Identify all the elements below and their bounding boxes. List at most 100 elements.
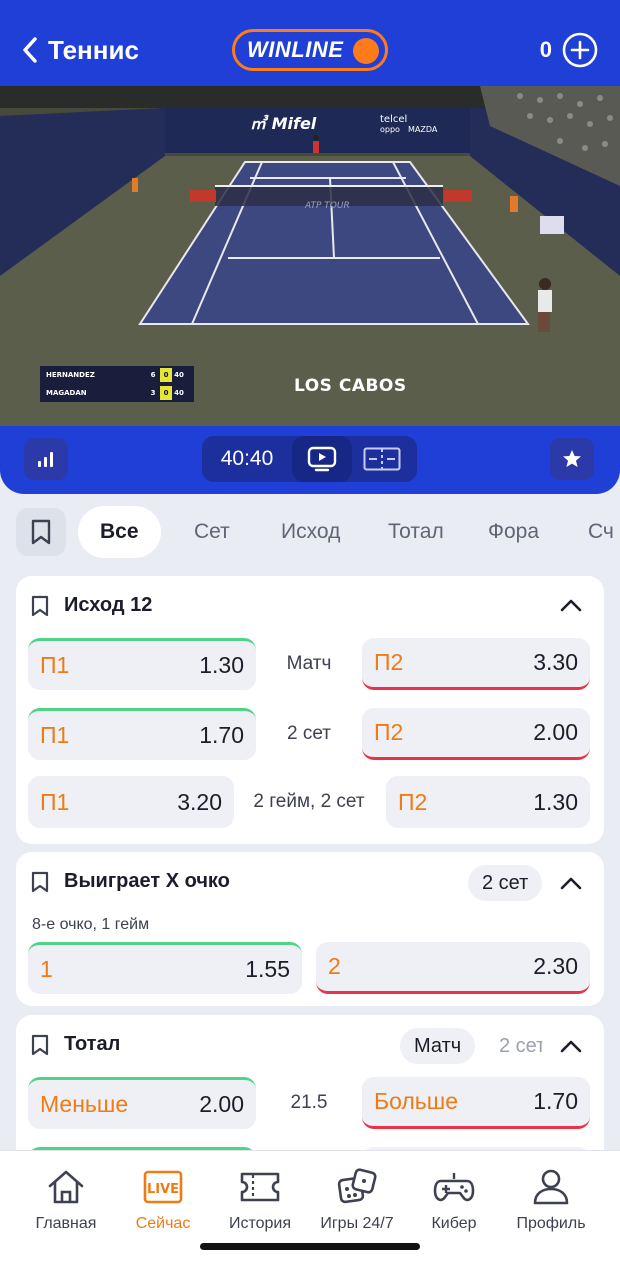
odd-button-p2[interactable]: П2 2.00 [362,708,590,760]
score-and-view-toggle: 40:40 [202,436,417,482]
star-icon [563,450,581,467]
tab-total[interactable]: Тотал [388,506,444,558]
court-view-toggle[interactable] [352,436,412,482]
nav-label: Игры 24/7 [320,1215,394,1232]
scoreboard-row: HERNANDEZ 6 0 40 [40,366,194,384]
bookmark-filter-button[interactable] [16,508,66,556]
balance-button[interactable]: 0 [540,32,598,68]
odd-button-over[interactable]: Больше 1.70 [362,1077,590,1129]
market-header[interactable]: Тотал [30,1033,120,1056]
chevron-left-icon [23,37,37,63]
odd-value: 2.00 [533,719,578,745]
plus-circle-icon [562,32,598,68]
favorite-button[interactable] [550,438,594,480]
odd-label: П1 [40,652,70,678]
nav-label: История [228,1215,292,1232]
page-title: Теннис [48,34,139,65]
odd-label: 1 [40,956,53,982]
court-icon [363,447,401,471]
live-badge-text: LIVE [147,1182,179,1197]
odd-value: 1.55 [245,956,290,982]
tab-set[interactable]: Сет [194,506,230,558]
match-filter-pill[interactable]: Матч [400,1028,476,1064]
dice-icon [337,1168,377,1204]
odd-label: Больше [374,1088,459,1114]
player-name: MAGADAN [46,389,87,397]
odd-button-p1[interactable]: П1 1.30 [28,638,256,690]
set-filter-pill[interactable]: 2 сет [468,865,543,901]
market-title: Выиграет X очко [64,870,230,892]
player-games: 0 [160,386,172,400]
svg-text:ATP TOUR: ATP TOUR [304,201,350,211]
tab-outcome[interactable]: Исход [281,506,340,558]
profile-icon [533,1169,569,1205]
odd-button-p2[interactable]: П2 3.30 [362,638,590,690]
market-header[interactable]: Выиграет X очко [30,870,230,893]
scoreboard-overlay: HERNANDEZ 6 0 40 MAGADAN 3 0 40 [40,366,194,402]
bookmark-icon [31,595,49,616]
market-line-label: 2 сет [287,723,331,744]
back-button[interactable]: Теннис [22,30,139,70]
player-points: 40 [174,389,184,397]
odd-label: П2 [374,719,404,745]
odd-value: 3.20 [177,788,222,815]
bar-chart-icon [38,452,53,467]
live-icon: LIVE [143,1170,183,1204]
winline-logo[interactable]: WINLINE [232,29,388,71]
odd-value: 3.30 [533,649,578,675]
nav-history[interactable]: История [210,1165,310,1233]
app-header: Теннис WINLINE 0 [0,0,620,86]
odd-label: Меньше [40,1091,129,1117]
total-line: 21.5 [290,1092,328,1113]
market-filter-tabs: Все Сет Исход Тотал Фора Сч [0,506,620,558]
market-subtitle: 8-е очко, 1 гейм [32,916,150,933]
odd-value: 2.00 [199,1091,244,1117]
odd-label: П1 [40,788,70,815]
odd-button-2[interactable]: 2 2.30 [316,942,590,994]
player-name: HERNANDEZ [46,371,95,379]
odd-value: 1.70 [199,722,244,748]
player-points: 40 [174,371,184,379]
home-indicator [200,1243,420,1250]
chevron-up-icon[interactable] [560,598,582,612]
odd-label: П2 [398,788,428,815]
odd-button-p1[interactable]: П1 1.70 [28,708,256,760]
live-video-player[interactable]: ㎥ Mifel telcel oppo MAZDA ATP TOUR HERNA… [0,86,620,426]
nav-cyber[interactable]: Кибер [404,1165,504,1233]
stats-button[interactable] [24,438,68,480]
odd-button-p1[interactable]: П1 3.20 [28,776,234,828]
nav-label: Профиль [516,1215,586,1232]
chevron-up-icon[interactable] [560,1039,582,1053]
odd-value: 2.30 [533,953,578,979]
logo-text: WINLINE [247,37,344,62]
odd-value: 1.70 [533,1088,578,1114]
odd-value: 1.30 [199,652,244,678]
tab-all[interactable]: Все [78,506,161,558]
market-line-label: Матч [286,653,332,674]
nav-label: Сейчас [135,1215,191,1232]
set-filter-pill[interactable]: 2 сет [499,1028,543,1064]
nav-games[interactable]: Игры 24/7 [307,1165,407,1233]
chevron-up-icon[interactable] [560,876,582,890]
nav-home[interactable]: Главная [16,1165,116,1233]
video-overlay-text: LOS CABOS [294,376,407,396]
bookmark-icon [31,519,51,545]
balance-value: 0 [539,37,552,62]
nav-label: Главная [35,1215,97,1232]
odd-label: П2 [374,649,404,675]
bookmark-icon [31,871,49,892]
tab-score[interactable]: Сч [588,506,614,558]
nav-live[interactable]: LIVE Сейчас [113,1165,213,1233]
player-sets: 6 [150,371,156,379]
odd-label: 2 [328,953,341,979]
odd-button-p2[interactable]: П2 1.30 [386,776,590,828]
player-games: 0 [160,368,172,382]
odd-label: П1 [40,722,70,748]
tab-handicap[interactable]: Фора [488,506,539,558]
market-header[interactable]: Исход 12 [30,594,152,617]
video-view-toggle[interactable] [292,436,352,482]
odd-button-1[interactable]: 1 1.55 [28,942,302,994]
nav-profile[interactable]: Профиль [501,1165,601,1233]
odd-button-under[interactable]: Меньше 2.00 [28,1077,256,1129]
market-card-outcome12: Исход 12 П1 1.30 Матч П2 3.30 П1 1.70 2 … [16,576,604,844]
